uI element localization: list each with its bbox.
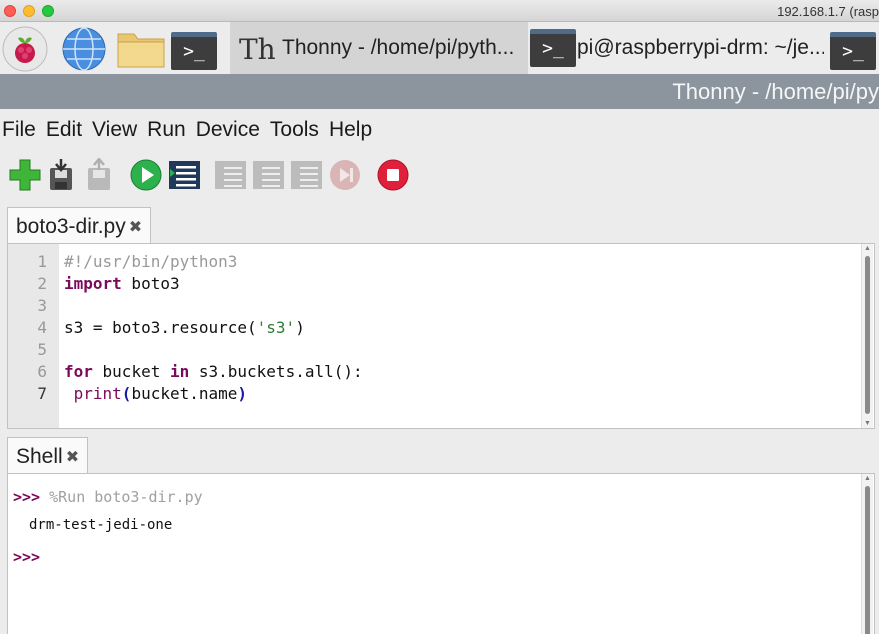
taskbar-terminal-window[interactable]: >_ pi@raspberrypi-drm: ~/je... [528, 22, 824, 74]
toolbar [0, 153, 879, 197]
shell-prompt[interactable]: >>> [13, 548, 40, 566]
close-window-button[interactable] [4, 5, 16, 17]
shell-scroll-thumb[interactable] [865, 486, 870, 634]
editor-tabs: boto3-dir.py ✖ [0, 205, 879, 245]
code-line: import boto3 [64, 274, 180, 293]
step-out-icon [290, 158, 324, 192]
shell-tabs: Shell ✖ [0, 435, 879, 475]
close-tab-icon[interactable]: ✖ [129, 217, 142, 237]
step-into-icon [252, 158, 286, 192]
line-number: 4 [37, 318, 47, 337]
run-icon[interactable] [130, 158, 164, 192]
close-shell-icon[interactable]: ✖ [66, 447, 79, 467]
zoom-window-button[interactable] [42, 5, 54, 17]
save-file-icon[interactable] [84, 157, 118, 192]
window-title: 192.168.1.7 (rasp [777, 4, 879, 19]
line-number: 5 [37, 340, 47, 359]
line-number-gutter: 1 2 3 4 5 6 7 [8, 244, 59, 428]
line-number: 1 [37, 252, 47, 271]
taskbar-thonny-label: Thonny - /home/pi/pyth... [282, 36, 515, 59]
tab-shell[interactable]: Shell ✖ [7, 437, 89, 475]
debug-icon[interactable] [168, 158, 202, 192]
web-browser-icon[interactable] [61, 26, 107, 72]
open-file-icon[interactable] [46, 158, 80, 192]
menu-bar: File Edit View Run Device Tools Help [0, 109, 879, 151]
raspberry-menu-icon[interactable] [2, 26, 48, 72]
code-line: for bucket in s3.buckets.all(): [64, 362, 363, 381]
menu-help[interactable]: Help [329, 118, 372, 142]
taskbar-terminal-label: pi@raspberrypi-drm: ~/je... [577, 36, 824, 59]
line-number: 3 [37, 296, 47, 315]
line-number: 2 [37, 274, 47, 293]
code-line: s3 = boto3.resource('s3') [64, 318, 305, 337]
shell-scrollbar[interactable]: ▲ [861, 474, 873, 634]
terminal-icon: >_ [528, 22, 576, 74]
thonny-logo-icon: Th [239, 33, 276, 66]
shell-command-line: >>> %Run boto3-dir.py [13, 488, 203, 506]
app-titlebar: Thonny - /home/pi/py [0, 74, 879, 109]
menu-tools[interactable]: Tools [270, 118, 319, 142]
app-title: Thonny - /home/pi/py [672, 79, 879, 104]
menu-device[interactable]: Device [196, 118, 260, 142]
code-line: #!/usr/bin/python3 [64, 252, 238, 271]
minimize-window-button[interactable] [23, 5, 35, 17]
line-number-current: 7 [37, 384, 47, 403]
step-over-icon [214, 158, 248, 192]
taskbar-thonny-window[interactable]: Th Thonny - /home/pi/pyth... [230, 22, 528, 74]
stop-icon[interactable] [376, 158, 410, 192]
line-number: 6 [37, 362, 47, 381]
tab-boto3-dir[interactable]: boto3-dir.py ✖ [7, 207, 152, 245]
menu-file[interactable]: File [2, 118, 36, 142]
editor-scroll-thumb[interactable] [865, 256, 870, 414]
shell-tab-label: Shell [16, 444, 63, 468]
taskbar: >_ Th Thonny - /home/pi/pyth... >_ pi@ra… [0, 22, 879, 74]
shell-console[interactable]: >>> %Run boto3-dir.py drm-test-jedi-one … [7, 473, 875, 634]
new-file-icon[interactable] [8, 158, 42, 192]
menu-run[interactable]: Run [147, 118, 186, 142]
tab-label: boto3-dir.py [16, 214, 126, 238]
terminal-launcher-icon-2[interactable]: >_ [830, 26, 876, 72]
resume-icon [328, 158, 362, 192]
window-titlebar: 192.168.1.7 (rasp [0, 0, 879, 22]
menu-view[interactable]: View [92, 118, 137, 142]
code-editor[interactable]: 1 2 3 4 5 6 7 #!/usr/bin/python3 import … [7, 243, 875, 429]
terminal-launcher-icon[interactable]: >_ [171, 26, 217, 72]
menu-edit[interactable]: Edit [46, 118, 82, 142]
file-manager-icon[interactable] [116, 26, 165, 72]
editor-scrollbar[interactable]: ▲ ▼ [861, 244, 873, 428]
code-line: print(bucket.name) [64, 384, 248, 403]
svg-text:Th: Th [239, 33, 276, 66]
shell-output: drm-test-jedi-one [29, 517, 173, 533]
